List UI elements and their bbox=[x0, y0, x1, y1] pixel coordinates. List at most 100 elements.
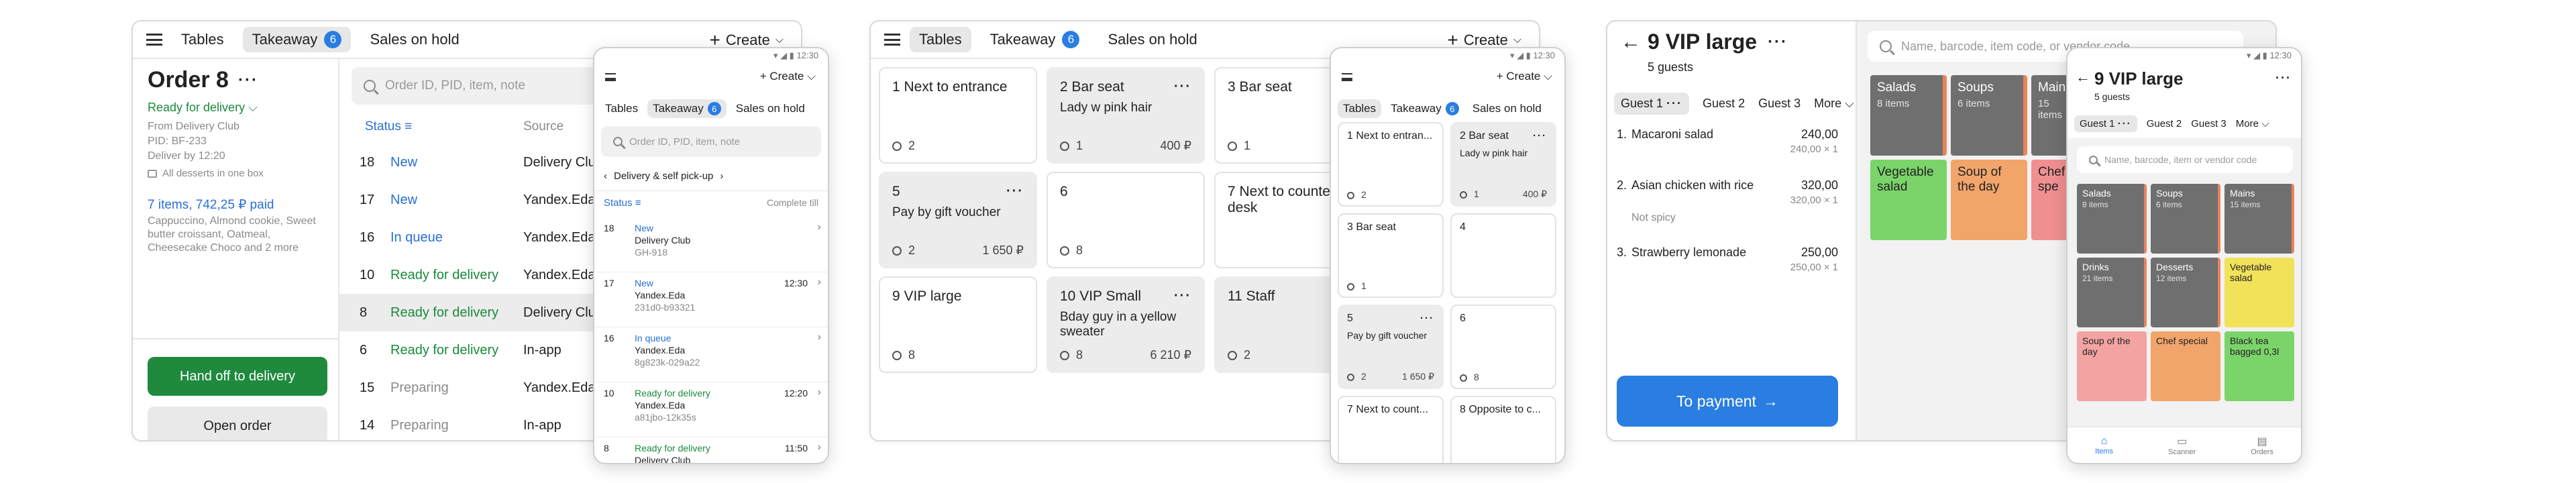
menu-tile[interactable]: Chef spe bbox=[2031, 160, 2072, 240]
item-search-input[interactable]: Name, barcode, item or vendor code bbox=[2077, 146, 2293, 173]
table-card[interactable]: 2 Bar seat ··· Lady w pink hair 1 400 ₽ bbox=[1450, 122, 1556, 207]
menu-tile[interactable]: Salads 8 items bbox=[1870, 75, 1947, 156]
more-icon[interactable]: ··· bbox=[1533, 130, 1547, 142]
table-card[interactable]: 8 Opposite to c... bbox=[1450, 396, 1556, 463]
menu-tile[interactable]: Black tea bagged 0,3l bbox=[2224, 331, 2294, 401]
tile-count: 12 items bbox=[2156, 274, 2187, 283]
tab-sales-on-hold[interactable]: Sales on hold bbox=[360, 27, 468, 52]
order-status[interactable]: Ready for delivery ⌵ bbox=[148, 101, 258, 115]
tab-sales-on-hold[interactable]: Sales on hold bbox=[732, 99, 809, 118]
guest-tab[interactable]: Guest 1 ··· bbox=[2074, 115, 2137, 132]
order-search-input[interactable]: Order ID, PID, item, note bbox=[601, 126, 821, 157]
menu-tile[interactable]: Salads 8 items bbox=[2077, 184, 2147, 254]
guest-tab[interactable]: Guest 3 bbox=[1758, 97, 1801, 111]
to-payment-button[interactable]: To payment → bbox=[1617, 376, 1838, 427]
more-guests-button[interactable]: More ⌵ bbox=[2236, 118, 2269, 129]
table-card[interactable]: 68 bbox=[1046, 172, 1205, 268]
status-column-header[interactable]: Status ≡ bbox=[365, 119, 412, 134]
list-item[interactable]: 8 Ready for delivery Delivery Club 11:50 › bbox=[594, 437, 828, 463]
tile-count: 21 items bbox=[2082, 274, 2113, 283]
order-details: Order 8 ··· Ready for delivery ⌵ From De… bbox=[133, 59, 339, 440]
table-card[interactable]: 1 Next to entran... 2 bbox=[1338, 122, 1444, 207]
order-source: Delivery Club bbox=[523, 154, 603, 170]
more-icon[interactable]: ··· bbox=[238, 71, 258, 90]
order-item[interactable]: 2. Asian chicken with rice 320,00 320,00 × … bbox=[1617, 176, 1838, 243]
table-card[interactable]: 10 VIP Small ··· Bday guy in a yellow swea… bbox=[1046, 276, 1205, 373]
menu-tile[interactable]: Soups 6 items bbox=[2151, 184, 2220, 254]
list-item[interactable]: 16 In queue Yandex.Eda 8g823k-029a22 › bbox=[594, 327, 828, 382]
tab-tables[interactable]: Tables bbox=[910, 27, 971, 52]
menu-tile[interactable]: Soup of the day bbox=[2077, 331, 2147, 401]
more-guests-button[interactable]: More ⌵ bbox=[1814, 97, 1854, 111]
order-source: In-app bbox=[523, 342, 561, 358]
item-name: Macaroni salad bbox=[1631, 127, 1714, 141]
menu-tile[interactable]: Chef special bbox=[2151, 331, 2220, 401]
list-item[interactable]: 17 New Yandex.Eda 231d0-b93321 12:30 › bbox=[594, 272, 828, 327]
tab-sales-on-hold[interactable]: Sales on hold bbox=[1468, 99, 1546, 118]
open-order-button[interactable]: Open order bbox=[148, 407, 327, 440]
guest-tab[interactable]: Guest 1 ··· bbox=[1614, 93, 1690, 115]
menu-tile[interactable]: Soup of the day bbox=[1951, 160, 2027, 240]
order-item[interactable]: 1. Macaroni salad 240,00 240,00 × 1 bbox=[1617, 125, 1838, 176]
table-card[interactable]: 9 VIP large 8 bbox=[879, 276, 1037, 373]
tile-name: Soup of the day bbox=[2082, 335, 2131, 357]
table-card[interactable]: 1 Next to entrance 2 bbox=[879, 67, 1037, 164]
table-card[interactable]: 68 bbox=[1450, 305, 1556, 389]
create-button[interactable]: + Create ⌵ bbox=[1497, 70, 1552, 83]
more-icon[interactable]: ··· bbox=[1420, 313, 1434, 325]
tab-takeaway[interactable]: Takeaway 6 bbox=[647, 99, 727, 118]
menu-icon[interactable] bbox=[1342, 73, 1352, 81]
guest-count: 1 bbox=[1060, 139, 1083, 153]
list-item[interactable]: 10 Ready for delivery Yandex.Eda a81jbo-12k… bbox=[594, 382, 828, 437]
menu-icon[interactable] bbox=[146, 34, 162, 46]
table-card[interactable]: 5 ··· Pay by gift voucher 2 1 650 ₽ bbox=[879, 172, 1037, 268]
more-icon[interactable]: ··· bbox=[1768, 33, 1788, 52]
table-card[interactable]: 5 ··· Pay by gift voucher 2 1 650 ₽ bbox=[1338, 305, 1444, 389]
menu-tile[interactable]: Desserts 12 items bbox=[2151, 258, 2220, 327]
back-arrow-icon[interactable]: ← bbox=[1621, 31, 1641, 54]
nav-scanner[interactable]: ▭ Scanner bbox=[2168, 435, 2196, 456]
guest-count: 2 bbox=[892, 244, 915, 258]
table-card[interactable]: 3 Bar seat 1 bbox=[1338, 213, 1444, 298]
menu-tile[interactable]: Mains 15 items bbox=[2224, 184, 2294, 254]
menu-icon[interactable] bbox=[605, 73, 616, 81]
complete-till-header: Complete till bbox=[766, 197, 818, 208]
guest-tab[interactable]: Guest 2 bbox=[1703, 97, 1745, 111]
table-card[interactable]: 7 Next to count... bbox=[1338, 396, 1444, 463]
tab-takeaway[interactable]: Takeaway 6 bbox=[1387, 99, 1463, 118]
guest-tab[interactable]: Guest 3 bbox=[2191, 118, 2226, 129]
filter-selector[interactable]: ‹ Delivery & self pick-up › bbox=[604, 170, 723, 182]
person-icon bbox=[1060, 142, 1069, 152]
tab-takeaway[interactable]: Takeaway 6 bbox=[981, 27, 1089, 52]
menu-tile[interactable]: Drinks 21 items bbox=[2077, 258, 2147, 327]
more-icon[interactable]: ··· bbox=[1174, 288, 1191, 305]
more-icon[interactable]: ··· bbox=[2275, 71, 2292, 85]
tile-name: Black tea bagged 0,3l bbox=[2230, 335, 2279, 357]
more-icon[interactable]: ··· bbox=[1006, 184, 1024, 200]
nav-items[interactable]: ⌂ Items bbox=[2095, 435, 2113, 455]
table-card[interactable]: 2 Bar seat ··· Lady w pink hair 1 400 ₽ bbox=[1046, 67, 1205, 164]
tab-sales-on-hold[interactable]: Sales on hold bbox=[1098, 27, 1206, 52]
tab-takeaway[interactable]: Takeaway 6 bbox=[242, 27, 352, 52]
nav-orders[interactable]: ▤ Orders bbox=[2251, 435, 2273, 456]
menu-tile[interactable]: Mains 15 items bbox=[2031, 75, 2072, 156]
list-item[interactable]: 18 New Delivery Club GH-918 › bbox=[594, 217, 828, 272]
tab-tables[interactable]: Tables bbox=[172, 27, 233, 52]
create-button[interactable]: + Create ⌵ bbox=[760, 70, 816, 83]
more-icon[interactable]: ··· bbox=[1174, 79, 1191, 95]
tab-tables[interactable]: Tables bbox=[601, 99, 642, 118]
hand-off-button[interactable]: Hand off to delivery bbox=[148, 357, 327, 396]
search-icon bbox=[613, 137, 623, 146]
menu-icon[interactable] bbox=[884, 34, 900, 46]
tab-tables[interactable]: Tables bbox=[1338, 99, 1382, 118]
guest-tab[interactable]: Guest 2 bbox=[2147, 118, 2182, 129]
order-item[interactable]: 3. Strawberry lemonade 250,00 250,00 × 1 bbox=[1617, 243, 1838, 294]
menu-tile[interactable]: Soups 6 items bbox=[1951, 75, 2027, 156]
menu-tile[interactable]: Vegetable salad bbox=[1870, 160, 1947, 240]
order-deliver-by: Deliver by 12:20 bbox=[148, 150, 225, 162]
tile-name: Soups bbox=[1957, 80, 1994, 95]
menu-tile[interactable]: Vegetable salad bbox=[2224, 258, 2294, 327]
status-column-header[interactable]: Status ≡ bbox=[604, 197, 641, 209]
back-arrow-icon[interactable]: ← bbox=[2076, 68, 2090, 86]
table-card[interactable]: 4 bbox=[1450, 213, 1556, 298]
